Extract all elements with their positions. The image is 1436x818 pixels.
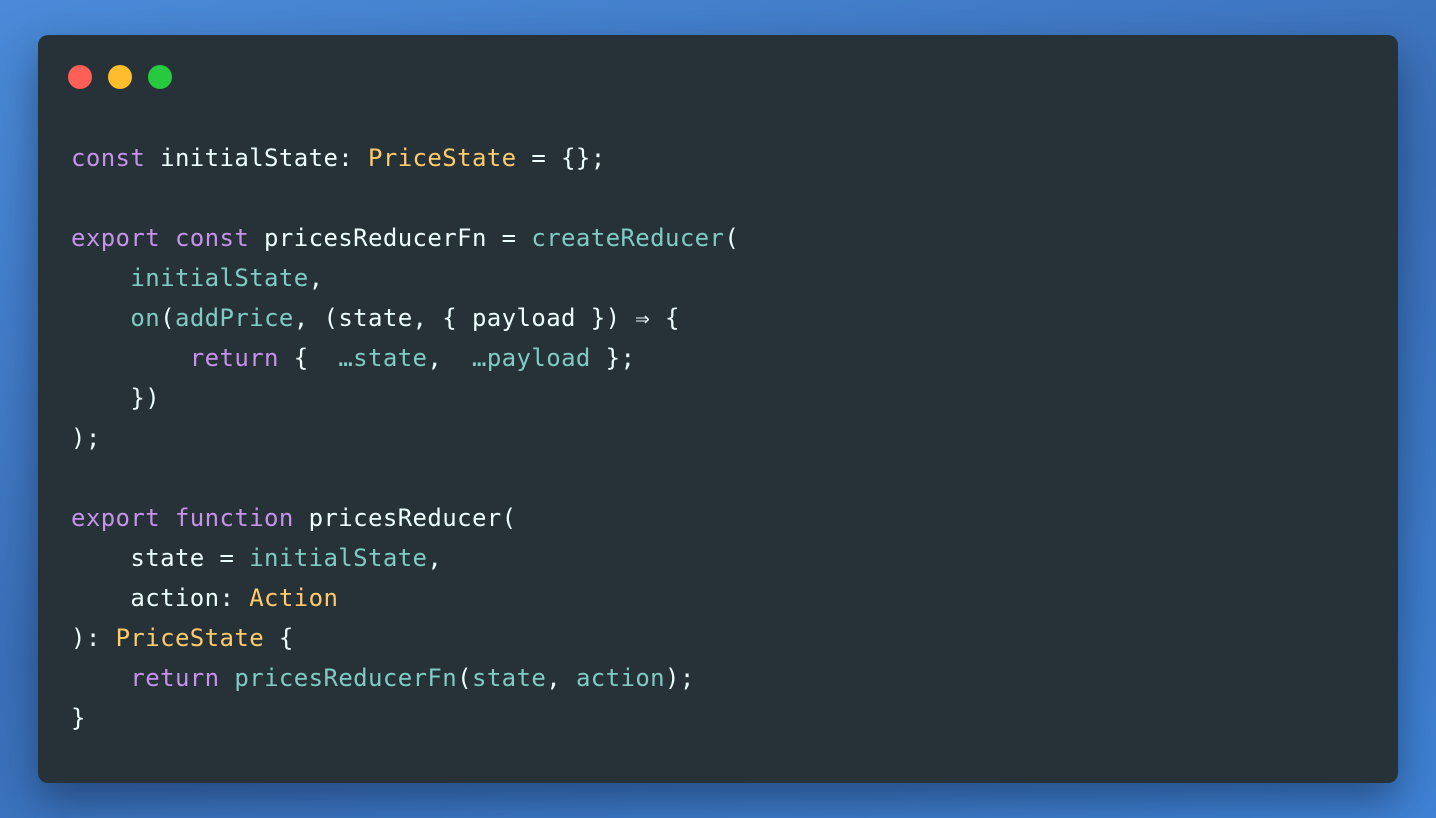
code-token: export function — [71, 504, 294, 532]
maximize-button-icon[interactable] — [148, 65, 172, 89]
code-token: …state — [338, 344, 428, 372]
code-token: { — [264, 624, 294, 652]
code-line: export function pricesReducer( — [71, 498, 739, 538]
code-line: } — [71, 698, 739, 738]
code-token: state — [471, 664, 547, 692]
code-token: pricesReducer( — [293, 504, 517, 532]
code-token: }; — [590, 344, 636, 372]
code-line: state = initialState, — [71, 538, 739, 578]
code-token: initialState — [249, 544, 428, 572]
minimize-button-icon[interactable] — [108, 65, 132, 89]
code-token: ( — [160, 304, 175, 332]
code-token: return — [130, 664, 220, 692]
code-block: const initialState: PriceState = {}; exp… — [71, 138, 739, 738]
code-line: return { …state, …payload }; — [71, 338, 739, 378]
code-token: return — [189, 344, 279, 372]
code-token: }) — [71, 384, 161, 412]
code-token: ( — [724, 224, 740, 252]
code-line: }) — [71, 378, 739, 418]
code-token: pricesReducerFn = — [249, 224, 532, 252]
code-window: const initialState: PriceState = {}; exp… — [38, 35, 1398, 783]
code-token: pricesReducerFn — [234, 664, 458, 692]
code-token: PriceState — [368, 144, 517, 172]
close-button-icon[interactable] — [68, 65, 92, 89]
code-token: initialState: — [145, 144, 368, 172]
code-token: , — [546, 664, 576, 692]
code-token: } — [71, 704, 86, 732]
code-token: createReducer — [531, 224, 725, 252]
code-token: , — [308, 264, 324, 292]
code-token: action — [575, 664, 666, 692]
code-token: action: — [71, 584, 250, 612]
code-line: export const pricesReducerFn = createRed… — [71, 218, 739, 258]
code-token: export const — [71, 224, 250, 252]
code-line: action: Action — [71, 578, 739, 618]
code-token: Action — [249, 584, 339, 612]
code-token: { — [278, 344, 339, 372]
code-token: , — [427, 344, 472, 372]
code-token: initialState — [130, 264, 309, 292]
code-token: , — [427, 544, 443, 572]
code-line: const initialState: PriceState = {}; — [71, 138, 739, 178]
code-line: ); — [71, 418, 739, 458]
code-token: ); — [71, 424, 101, 452]
code-token: on — [130, 304, 161, 332]
code-token: addPrice — [174, 304, 294, 332]
code-token: PriceState — [115, 624, 265, 652]
window-controls — [68, 65, 172, 89]
code-token: ( — [457, 664, 472, 692]
code-token: ); — [665, 664, 695, 692]
code-token: state = — [71, 544, 250, 572]
code-line: initialState, — [71, 258, 739, 298]
code-token: …payload — [471, 344, 591, 372]
code-token: , (state, { payload }) ⇒ { — [293, 304, 680, 332]
code-token: ): — [71, 624, 116, 652]
code-line: on(addPrice, (state, { payload }) ⇒ { — [71, 298, 739, 338]
code-token: = {}; — [516, 144, 606, 172]
code-token: const — [71, 144, 146, 172]
code-line: return pricesReducerFn(state, action); — [71, 658, 739, 698]
code-line: ): PriceState { — [71, 618, 739, 658]
